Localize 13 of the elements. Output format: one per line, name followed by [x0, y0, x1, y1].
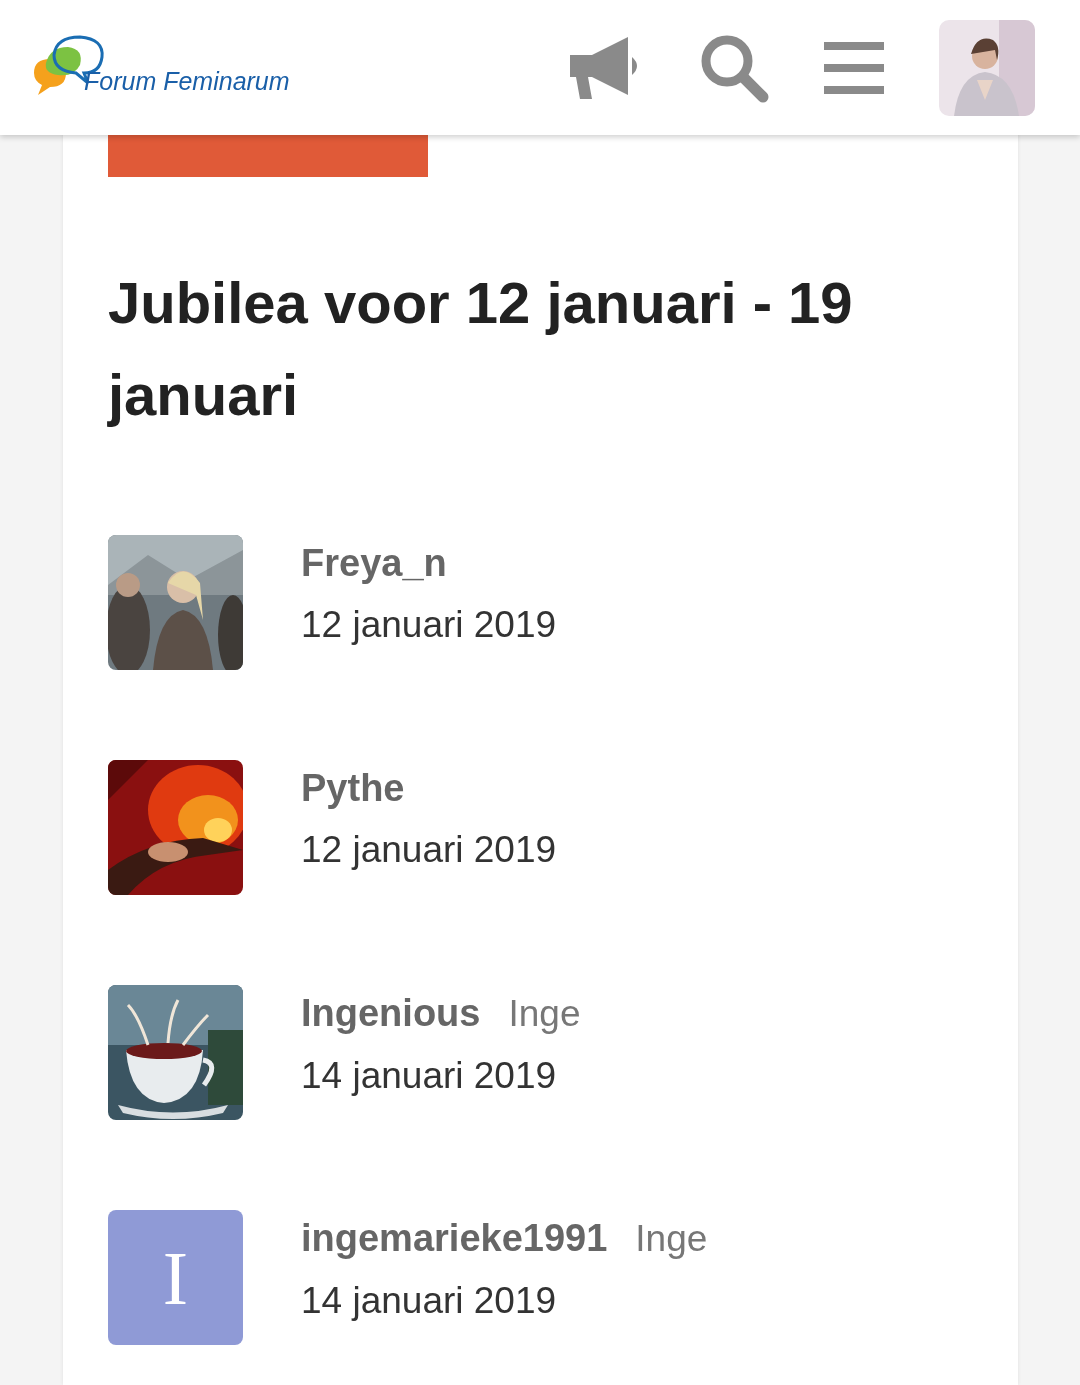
anniversary-date: 14 januari 2019: [301, 1279, 558, 1323]
username-link[interactable]: Pythe: [301, 762, 405, 814]
menu-icon[interactable]: [824, 39, 884, 96]
anniversary-date: 12 januari 2019: [301, 603, 557, 647]
display-name: Inge: [635, 1217, 708, 1261]
anniversary-date: 12 januari 2019: [301, 828, 557, 872]
logo-text[interactable]: Forum Feminarum: [84, 63, 290, 101]
username-link[interactable]: Freya_n: [301, 537, 447, 589]
username-link[interactable]: ingemarieke1991: [301, 1212, 608, 1264]
display-name: Inge: [508, 992, 581, 1036]
anniversary-date: 14 januari 2019: [301, 1054, 558, 1098]
page-heading: Jubilea voor 12 januari - 19 januari: [108, 269, 854, 429]
username-link[interactable]: Ingenious: [301, 987, 481, 1039]
